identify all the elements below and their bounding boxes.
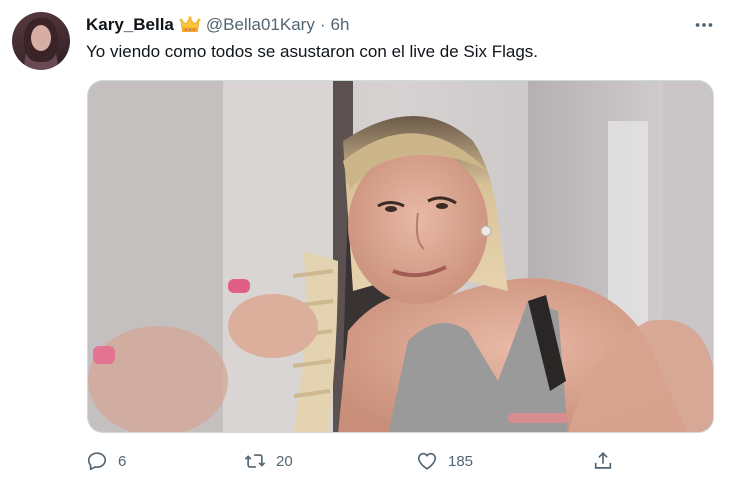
display-name[interactable]: Kary_Bella bbox=[86, 15, 174, 35]
tweet-text: Yo viendo como todos se asustaron con el… bbox=[86, 42, 539, 61]
avatar[interactable] bbox=[12, 12, 70, 70]
reply-icon bbox=[87, 452, 107, 471]
like-count: 185 bbox=[448, 452, 474, 470]
reply-button[interactable]: 6 bbox=[86, 446, 126, 476]
more-options-button[interactable] bbox=[692, 14, 716, 36]
avatar-face bbox=[31, 25, 51, 51]
share-button[interactable] bbox=[592, 446, 614, 476]
retweet-icon bbox=[244, 454, 266, 468]
tweet-media-photo[interactable] bbox=[87, 80, 714, 433]
retweet-count: 20 bbox=[276, 452, 293, 470]
photo-image bbox=[88, 81, 713, 432]
user-handle[interactable]: @Bella01Kary bbox=[206, 15, 315, 35]
reply-count: 6 bbox=[118, 452, 127, 470]
timestamp[interactable]: 6h bbox=[331, 15, 350, 35]
tweet-header: Kary_Bella @Bella01Kary · 6h bbox=[86, 14, 349, 36]
more-horizontal-icon bbox=[695, 23, 713, 27]
share-icon bbox=[594, 452, 612, 469]
separator-dot: · bbox=[319, 15, 326, 34]
crown-emoji-icon bbox=[179, 16, 201, 32]
like-button[interactable]: 185 bbox=[416, 446, 473, 476]
retweet-button[interactable]: 20 bbox=[244, 446, 293, 476]
heart-icon bbox=[417, 452, 437, 470]
